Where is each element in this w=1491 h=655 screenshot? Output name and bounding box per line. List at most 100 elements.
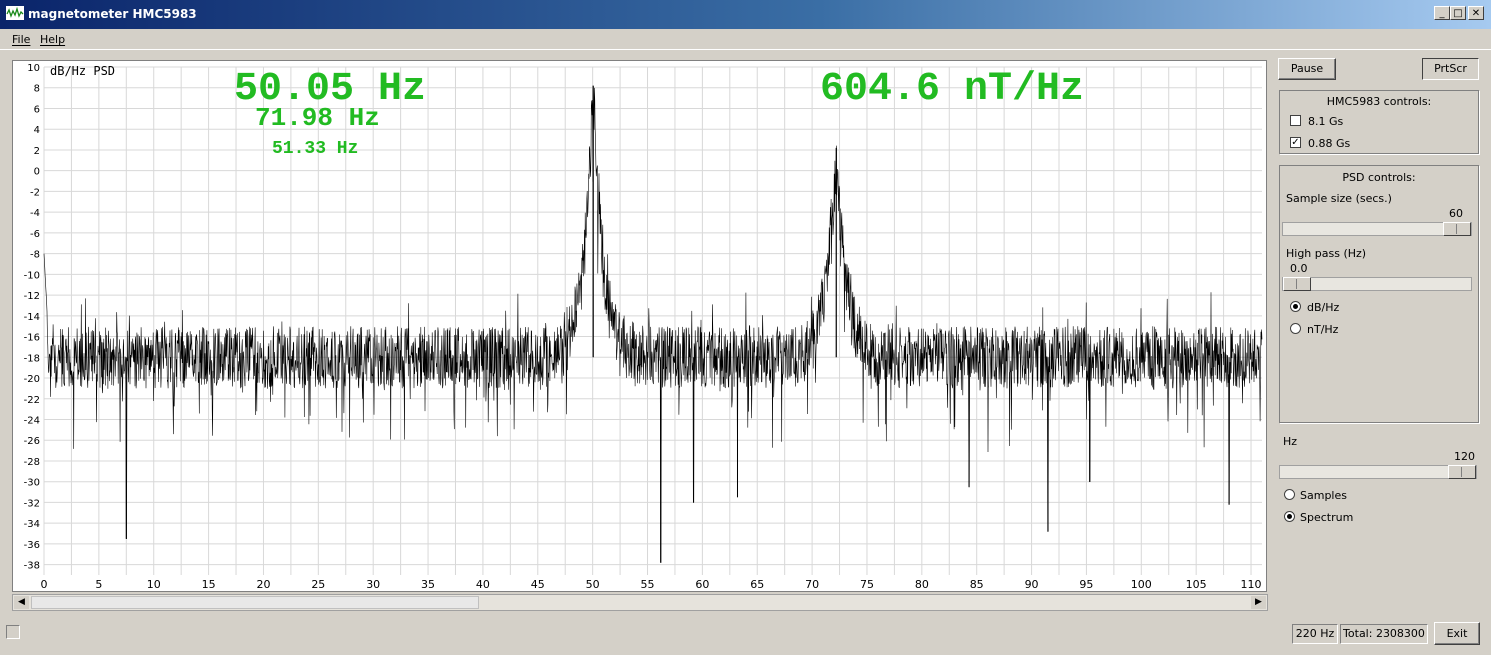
hmc-controls-title: HMC5983 controls:	[1326, 95, 1432, 108]
x-tick-label: 10	[147, 578, 161, 591]
psd-controls-group: PSD controls: Sample size (secs.) 60 Hig…	[1279, 165, 1479, 423]
sample-rate-status: 220 Hz	[1292, 624, 1338, 644]
dbhz-radio[interactable]	[1290, 301, 1301, 312]
scroll-left-icon[interactable]: ◀	[14, 596, 29, 609]
x-tick-label: 100	[1131, 578, 1152, 591]
menu-file[interactable]: File	[12, 33, 30, 46]
hmc-controls-group: HMC5983 controls: 8.1 Gs ✓ 0.88 Gs	[1279, 90, 1479, 154]
x-tick-label: 15	[202, 578, 216, 591]
sample-size-label: Sample size (secs.)	[1286, 192, 1392, 205]
chart-grid	[43, 66, 1262, 575]
psd-chart: 1086420-2-4-6-8-10-12-14-16-18-20-22-24-…	[24, 63, 1263, 591]
x-tick-label: 90	[1025, 578, 1039, 591]
x-tick-label: 45	[531, 578, 545, 591]
y-tick-label: -30	[24, 478, 40, 489]
high-pass-label: High pass (Hz)	[1286, 247, 1367, 260]
close-button[interactable]: ✕	[1468, 6, 1484, 20]
menu-bar: File Help	[0, 29, 1491, 50]
psd-controls-title: PSD controls:	[1342, 171, 1416, 184]
x-tick-label: 20	[256, 578, 270, 591]
sample-size-thumb[interactable]	[1443, 222, 1471, 236]
total-count-status: Total: 2308300	[1340, 624, 1428, 644]
maximize-button[interactable]: □	[1450, 6, 1466, 20]
psd-trace	[43, 87, 1263, 563]
y-tick-label: -34	[24, 519, 40, 530]
high-pass-slider[interactable]	[1282, 277, 1472, 291]
x-tick-label: 55	[641, 578, 655, 591]
window-title: magnetometer HMC5983	[28, 7, 197, 21]
x-tick-label: 95	[1079, 578, 1093, 591]
sample-size-slider[interactable]	[1282, 222, 1472, 236]
high-pass-thumb[interactable]	[1283, 277, 1311, 291]
x-tick-label: 0	[41, 578, 48, 591]
x-tick-label: 65	[750, 578, 764, 591]
y-tick-label: 2	[34, 146, 40, 157]
x-tick-label: 105	[1186, 578, 1207, 591]
nthz-radio[interactable]	[1290, 323, 1301, 334]
y-tick-label: 6	[34, 104, 40, 115]
x-tick-label: 70	[805, 578, 819, 591]
minimize-button[interactable]: _	[1434, 6, 1450, 20]
hz-slider-thumb[interactable]	[1448, 465, 1476, 479]
magnitude-readout: 604.6 nT/Hz	[820, 67, 1084, 112]
y-axis-label: dB/Hz PSD	[50, 64, 115, 78]
x-tick-label: 80	[915, 578, 929, 591]
y-tick-label: -28	[24, 457, 40, 468]
hz-slider[interactable]	[1279, 465, 1477, 479]
x-tick-label: 110	[1241, 578, 1262, 591]
prtscr-button[interactable]: PrtScr	[1422, 58, 1479, 80]
title-bar: magnetometer HMC5983 _ □ ✕	[0, 0, 1491, 29]
nthz-label: nT/Hz	[1307, 323, 1339, 336]
y-tick-label: -18	[24, 353, 40, 364]
status-grip	[6, 625, 20, 639]
peak-frequency-second: 71.98 Hz	[255, 103, 380, 133]
y-tick-label: 0	[34, 167, 40, 178]
x-tick-label: 50	[586, 578, 600, 591]
y-tick-label: -26	[24, 436, 40, 447]
y-tick-label: 4	[34, 125, 40, 136]
gain-0-88-label: 0.88 Gs	[1308, 137, 1351, 150]
y-tick-label: -38	[24, 561, 40, 572]
y-tick-label: -12	[24, 291, 40, 302]
y-tick-label: -6	[30, 229, 40, 240]
scroll-right-icon[interactable]: ▶	[1251, 596, 1266, 609]
pause-button[interactable]: Pause	[1278, 58, 1336, 80]
plot-scrollbar[interactable]: ◀ ▶	[12, 594, 1268, 611]
exit-button[interactable]: Exit	[1434, 622, 1480, 645]
hz-value: 120	[1454, 450, 1475, 463]
x-tick-label: 60	[695, 578, 709, 591]
psd-plot-frame: 10 8 6 4 2 0 -2 -4 -6 -8 -10 -12 -14 -16 -18 -20 -22 -24-…	[12, 60, 1267, 592]
x-tick-label: 85	[970, 578, 984, 591]
y-tick-label: -8	[30, 250, 40, 261]
y-tick-label: -16	[24, 333, 40, 344]
x-tick-label: 5	[95, 578, 102, 591]
gain-8-1-label: 8.1 Gs	[1308, 115, 1344, 128]
samples-label: Samples	[1300, 489, 1347, 502]
peak-frequency-third: 51.33 Hz	[272, 139, 358, 159]
sample-size-value: 60	[1449, 207, 1463, 220]
gain-0-88-checkbox[interactable]: ✓	[1290, 137, 1301, 148]
y-tick-label: -22	[24, 395, 40, 406]
dbhz-label: dB/Hz	[1307, 301, 1340, 314]
menu-help[interactable]: Help	[40, 33, 65, 46]
waveform-icon	[6, 6, 24, 20]
y-tick-label: -24	[24, 415, 40, 426]
samples-radio[interactable]	[1284, 489, 1295, 500]
x-tick-label: 30	[366, 578, 380, 591]
y-tick-label: -32	[24, 498, 40, 509]
scroll-thumb[interactable]	[31, 596, 479, 609]
x-tick-label: 25	[311, 578, 325, 591]
gain-8-1-checkbox[interactable]	[1290, 115, 1301, 126]
y-tick-label: 8	[34, 84, 40, 95]
x-tick-label: 40	[476, 578, 490, 591]
hz-label: Hz	[1283, 435, 1298, 448]
spectrum-label: Spectrum	[1300, 511, 1354, 524]
high-pass-value: 0.0	[1290, 262, 1308, 275]
y-tick-label: 10	[27, 63, 40, 74]
x-tick-label: 75	[860, 578, 874, 591]
y-tick-label: -4	[30, 208, 40, 219]
y-tick-label: -36	[24, 540, 40, 551]
y-tick-label: -14	[24, 312, 40, 323]
y-tick-label: -20	[24, 374, 40, 385]
spectrum-radio[interactable]	[1284, 511, 1295, 522]
